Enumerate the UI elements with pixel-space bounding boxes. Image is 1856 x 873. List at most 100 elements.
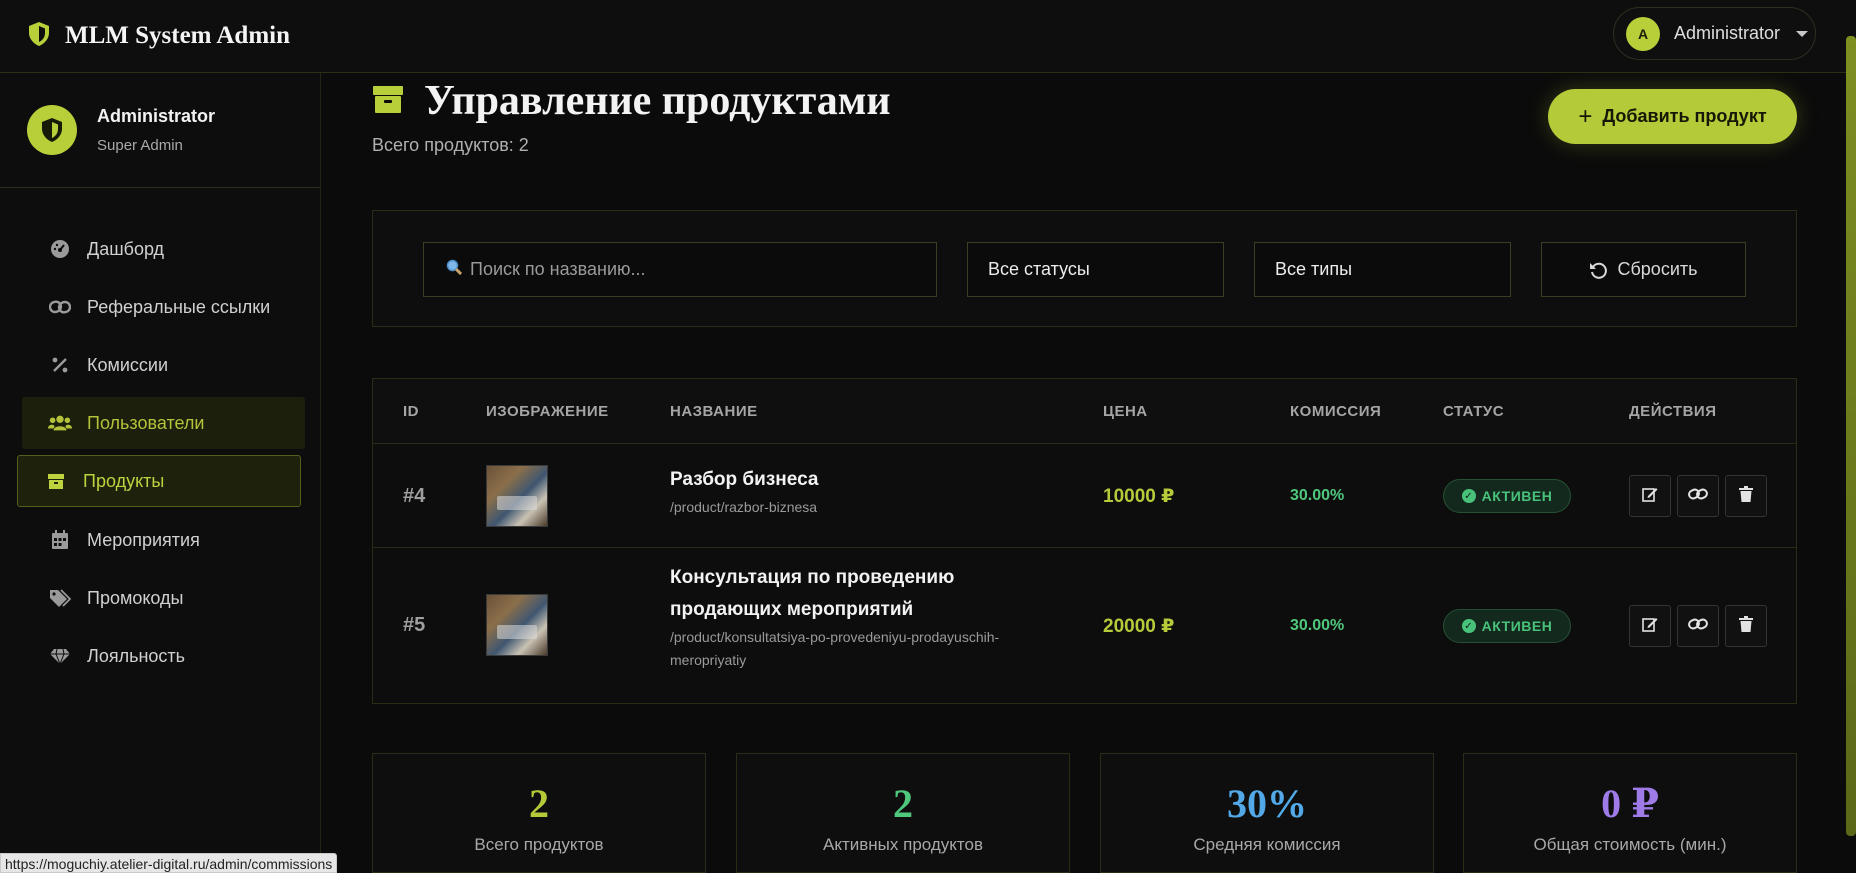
trash-icon — [1739, 615, 1753, 637]
search-placeholder: Поиск по названию... — [470, 259, 646, 279]
plus-icon: + — [1578, 102, 1593, 130]
link-icon — [1688, 617, 1708, 636]
product-price: 10000 ₽ — [1103, 486, 1175, 507]
page-title: Управление продуктами — [424, 78, 891, 124]
stat-label: Средняя комиссия — [1193, 835, 1341, 854]
edit-button[interactable] — [1629, 475, 1671, 517]
col-header-image[interactable]: ИЗОБРАЖЕНИЕ — [486, 403, 609, 420]
stat-value: 0 ₽ — [1601, 781, 1659, 826]
add-product-button[interactable]: + Добавить продукт — [1548, 89, 1797, 144]
edit-button[interactable] — [1629, 605, 1671, 647]
row-actions — [1629, 605, 1773, 647]
page-header: Управление продуктами Всего продуктов: 2… — [372, 73, 1797, 183]
sidebar: Administrator Super Admin Дашборд Рефера… — [0, 73, 321, 873]
profile-role: Super Admin — [97, 137, 183, 154]
col-header-name[interactable]: НАЗВАНИЕ — [670, 403, 758, 420]
stat-label: Общая стоимость (мин.) — [1533, 835, 1727, 854]
status-badge: ✓ АКТИВЕН — [1443, 479, 1571, 513]
page-title-wrap: Управление продуктами — [372, 77, 891, 125]
stat-value: 2 — [529, 781, 549, 826]
row-id: #4 — [403, 485, 426, 507]
scrollbar[interactable] — [1846, 36, 1856, 836]
brand[interactable]: MLM System Admin — [27, 21, 290, 52]
copy-link-button[interactable] — [1677, 605, 1719, 647]
row-id: #5 — [403, 614, 426, 636]
col-header-commission[interactable]: КОМИССИЯ — [1290, 403, 1381, 420]
check-circle-icon: ✓ — [1461, 619, 1476, 633]
link-icon — [1688, 487, 1708, 506]
status-filter-select[interactable]: Все статусы — [967, 242, 1224, 297]
stat-value: 30% — [1227, 781, 1307, 826]
sidebar-item-label: Мероприятия — [87, 529, 200, 550]
stat-value: 2 — [893, 781, 913, 826]
sidebar-item-label: Реферальные ссылки — [87, 296, 271, 317]
sidebar-item-events[interactable]: Мероприятия — [22, 514, 305, 566]
status-bar-url: https://moguchiy.atelier-digital.ru/admi… — [0, 853, 338, 873]
box-icon — [372, 83, 404, 120]
table-row[interactable]: #5 Консультация по проведению продающих … — [373, 548, 1796, 703]
product-name-line2[interactable]: продающих мероприятий — [670, 594, 999, 626]
sidebar-item-users[interactable]: Пользователи — [22, 397, 305, 449]
product-image[interactable] — [486, 465, 548, 527]
profile-name: Administrator — [97, 106, 216, 126]
undo-icon — [1589, 261, 1608, 279]
total-products-text: Всего продуктов: 2 — [372, 135, 529, 155]
app-title: MLM System Admin — [65, 22, 290, 49]
products-table: ID ИЗОБРАЖЕНИЕ НАЗВАНИЕ ЦЕНА КОМИССИЯ СТ… — [372, 378, 1797, 704]
col-header-status[interactable]: СТАТУС — [1443, 403, 1504, 420]
search-input[interactable]: Поиск по названию... — [423, 242, 937, 297]
product-name[interactable]: Разбор бизнеса — [670, 464, 818, 496]
gem-icon — [48, 648, 72, 664]
reset-label: Сбросить — [1617, 259, 1698, 279]
delete-button[interactable] — [1725, 475, 1767, 517]
profile-shield-icon — [27, 105, 77, 155]
avatar: A — [1626, 16, 1660, 51]
add-product-label: Добавить продукт — [1602, 106, 1767, 126]
product-commission: 30.00% — [1290, 487, 1345, 504]
stat-card-total: 2 Всего продуктов — [372, 753, 706, 873]
col-header-actions[interactable]: ДЕЙСТВИЯ — [1629, 403, 1717, 420]
users-icon — [48, 414, 72, 432]
status-badge: ✓ АКТИВЕН — [1443, 609, 1571, 643]
stat-card-avg-commission: 30% Средняя комиссия — [1100, 753, 1434, 873]
sidebar-item-label: Дашборд — [87, 238, 165, 259]
main-content: Управление продуктами Всего продуктов: 2… — [372, 73, 1797, 873]
sidebar-item-label: Лояльность — [87, 645, 186, 666]
caret-down-icon — [1796, 30, 1809, 37]
table-header: ID ИЗОБРАЖЕНИЕ НАЗВАНИЕ ЦЕНА КОМИССИЯ СТ… — [373, 379, 1796, 444]
product-commission: 30.00% — [1290, 617, 1345, 634]
col-header-price[interactable]: ЦЕНА — [1103, 403, 1148, 420]
edit-icon — [1642, 486, 1658, 507]
sidebar-item-promocodes[interactable]: Промокоды — [22, 572, 305, 624]
trash-icon — [1739, 485, 1753, 507]
edit-icon — [1642, 616, 1658, 637]
shield-icon — [27, 21, 51, 52]
reset-filters-button[interactable]: Сбросить — [1541, 242, 1746, 297]
calendar-icon — [48, 530, 72, 550]
delete-button[interactable] — [1725, 605, 1767, 647]
product-name-line1[interactable]: Консультация по проведению — [670, 562, 999, 594]
type-select-value: Все типы — [1275, 259, 1353, 279]
sidebar-item-referral-links[interactable]: Реферальные ссылки — [22, 281, 305, 333]
sidebar-item-label: Продукты — [83, 470, 165, 491]
product-image[interactable] — [486, 594, 548, 656]
sidebar-item-products[interactable]: Продукты — [17, 455, 301, 507]
status-text: АКТИВЕН — [1481, 618, 1553, 634]
sidebar-item-loyalty[interactable]: Лояльность — [22, 630, 305, 682]
row-actions — [1629, 475, 1773, 517]
user-menu-button[interactable]: A Administrator — [1613, 7, 1816, 60]
filters-panel: Поиск по названию... Все статусы Все тип… — [372, 210, 1797, 327]
col-header-id[interactable]: ID — [403, 403, 419, 420]
box-icon — [44, 472, 68, 490]
sidebar-item-label: Комиссии — [87, 354, 169, 375]
top-bar: MLM System Admin A Administrator — [0, 0, 1856, 73]
table-row[interactable]: #4 Разбор бизнеса /product/razbor-biznes… — [373, 444, 1796, 548]
check-circle-icon: ✓ — [1461, 489, 1476, 503]
dashboard-icon — [48, 239, 72, 259]
sidebar-item-commissions[interactable]: Комиссии — [22, 339, 305, 391]
sidebar-item-dashboard[interactable]: Дашборд — [22, 223, 305, 275]
type-filter-select[interactable]: Все типы — [1254, 242, 1511, 297]
status-select-value: Все статусы — [988, 259, 1090, 279]
copy-link-button[interactable] — [1677, 475, 1719, 517]
stat-card-total-cost: 0 ₽ Общая стоимость (мин.) — [1463, 753, 1797, 873]
